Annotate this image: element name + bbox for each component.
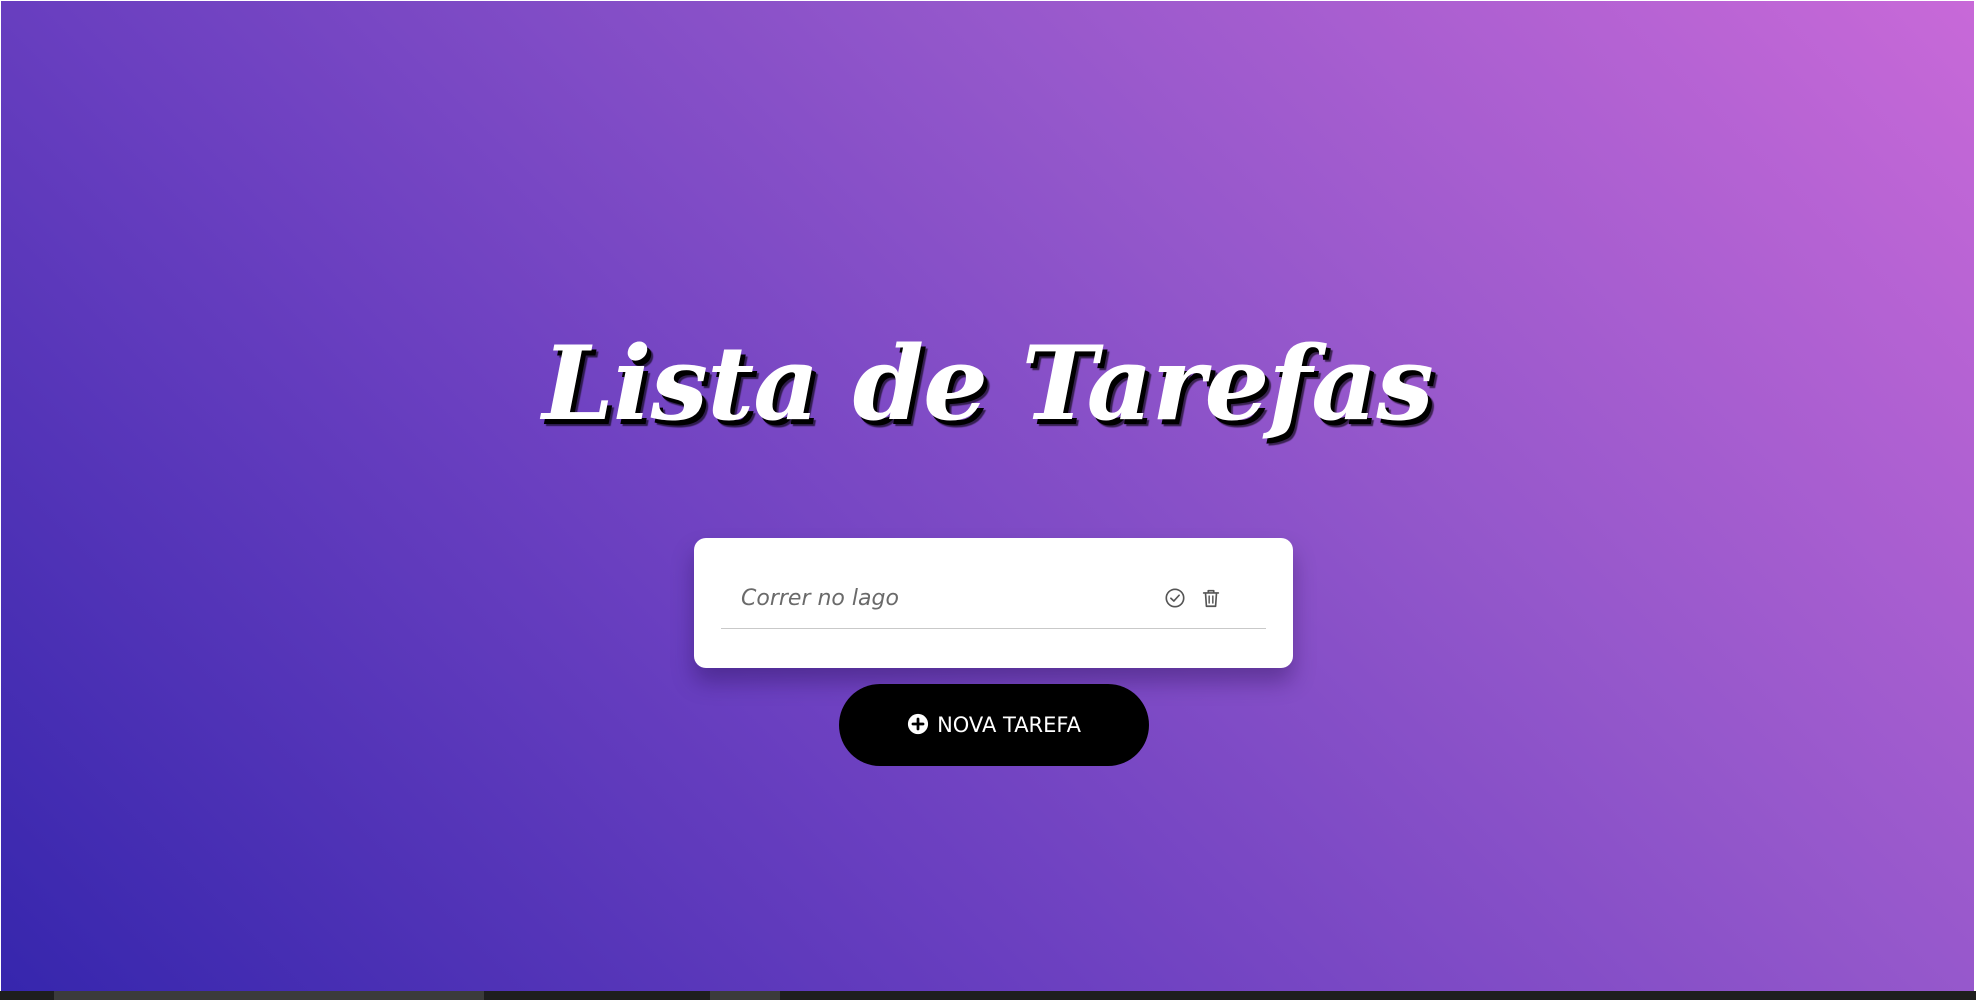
task-list-card: Correr no lago xyxy=(694,538,1293,668)
page-title: Lista de Tarefas xyxy=(542,324,1434,444)
check-circle-icon[interactable] xyxy=(1160,583,1190,613)
plus-circle-icon xyxy=(907,713,929,738)
taskbar xyxy=(0,991,1976,1000)
new-task-button[interactable]: NOVA TAREFA xyxy=(839,684,1149,766)
task-text: Correr no lago xyxy=(741,586,899,611)
taskbar-item[interactable] xyxy=(54,991,484,1000)
page-background: Lista de Tarefas Correr no lago NOVA TAR… xyxy=(1,1,1974,991)
trash-icon[interactable] xyxy=(1196,583,1226,613)
task-item: Correr no lago xyxy=(721,566,1266,629)
app-window: Lista de Tarefas Correr no lago NOVA TAR… xyxy=(0,0,1976,1000)
new-task-button-label: NOVA TAREFA xyxy=(937,713,1081,737)
taskbar-item[interactable] xyxy=(710,991,780,1000)
